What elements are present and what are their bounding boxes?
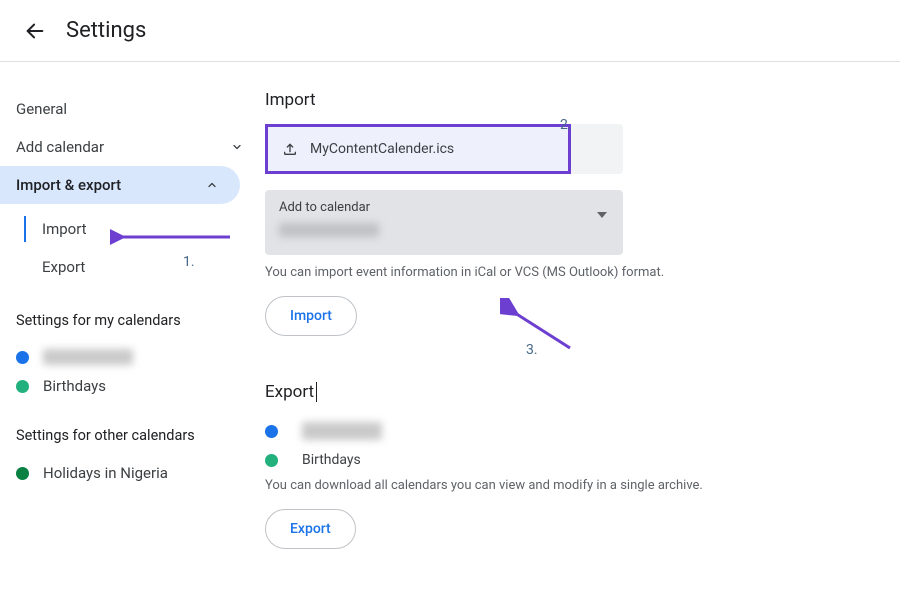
import-section-title: Import	[265, 90, 860, 110]
add-to-calendar-select[interactable]: Add to calendar	[265, 190, 623, 255]
import-button[interactable]: Import	[265, 296, 357, 336]
export-hint-text: You can download all calendars you can v…	[265, 478, 860, 493]
export-calendar-row	[265, 416, 860, 446]
sidebar-calendar-item[interactable]: Birthdays	[0, 371, 265, 401]
calendar-name-redacted	[43, 349, 133, 365]
select-value-redacted	[279, 223, 379, 237]
sidebar-calendar-item[interactable]: Holidays in Nigeria	[0, 458, 265, 488]
upload-icon	[282, 141, 298, 157]
calendar-name-redacted	[302, 422, 382, 440]
chevron-down-icon	[231, 141, 243, 153]
sidebar-item-general[interactable]: General	[0, 90, 265, 128]
calendar-name: Birthdays	[43, 377, 106, 395]
calendar-name: Birthdays	[302, 452, 361, 468]
calendar-color-dot	[16, 351, 29, 364]
chevron-up-icon	[206, 179, 218, 191]
select-label: Add to calendar	[279, 200, 609, 215]
main-panel: Import MyContentCalender.ics Add to cale…	[265, 62, 900, 549]
calendar-color-dot	[265, 454, 278, 467]
back-arrow-icon[interactable]	[24, 20, 46, 42]
sidebar-header-other-calendars: Settings for other calendars	[0, 401, 265, 458]
export-button[interactable]: Export	[265, 509, 356, 549]
selected-file-name: MyContentCalender.ics	[310, 141, 454, 157]
sidebar-header-my-calendars: Settings for my calendars	[0, 286, 265, 343]
import-hint-text: You can import event information in iCal…	[265, 265, 860, 280]
calendar-name: Holidays in Nigeria	[43, 464, 168, 482]
page-title: Settings	[66, 18, 146, 43]
calendar-color-dot	[16, 380, 29, 393]
sidebar-subitem-export[interactable]: Export	[0, 248, 265, 286]
settings-sidebar: General Add calendar Import & export Imp…	[0, 62, 265, 549]
caret-down-icon	[597, 212, 607, 218]
sidebar-item-add-calendar[interactable]: Add calendar	[0, 128, 265, 166]
sidebar-subitem-import[interactable]: Import	[0, 210, 265, 248]
sidebar-item-import-export[interactable]: Import & export	[0, 166, 240, 204]
export-calendar-row: Birthdays	[265, 446, 860, 474]
export-section-title: Export	[265, 382, 860, 402]
sidebar-calendar-item[interactable]	[0, 343, 265, 371]
calendar-color-dot	[265, 425, 278, 438]
file-picker-row[interactable]: MyContentCalender.ics	[265, 124, 571, 174]
calendar-color-dot	[16, 467, 29, 480]
